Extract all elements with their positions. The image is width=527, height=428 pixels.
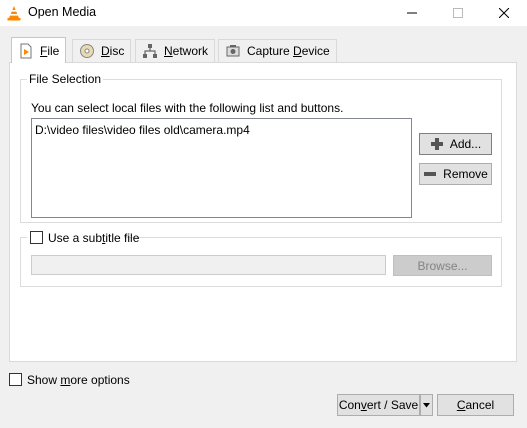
title-bar: Open Media bbox=[0, 0, 527, 26]
file-icon bbox=[20, 43, 32, 58]
subtitle-checkbox[interactable] bbox=[30, 231, 43, 244]
chevron-down-icon bbox=[423, 402, 430, 407]
cancel-button[interactable]: Cancel bbox=[437, 394, 514, 416]
minus-icon bbox=[424, 172, 437, 176]
convert-save-label: Convert / Save bbox=[338, 398, 419, 412]
minimize-icon bbox=[407, 12, 417, 14]
browse-button[interactable]: Browse... bbox=[393, 255, 492, 276]
tab-network[interactable]: Network bbox=[135, 39, 216, 62]
add-button-label: Add... bbox=[449, 137, 482, 151]
minimize-button[interactable] bbox=[389, 0, 435, 26]
close-icon bbox=[499, 8, 509, 18]
plus-icon bbox=[430, 138, 443, 150]
tab-disc[interactable]: Disc bbox=[72, 39, 132, 62]
remove-button-label: Remove bbox=[443, 167, 488, 181]
remove-button[interactable]: Remove bbox=[419, 163, 492, 185]
tab-capture-device-label: Capture Device bbox=[247, 44, 330, 58]
tab-disc-label: Disc bbox=[101, 44, 125, 58]
convert-dropdown-button[interactable] bbox=[420, 394, 433, 416]
subtitle-path-input[interactable] bbox=[31, 255, 386, 275]
file-selection-hint: You can select local files with the foll… bbox=[31, 101, 344, 115]
browse-button-label: Browse... bbox=[417, 258, 468, 273]
subtitle-checkbox-row[interactable]: Use a subtitle file bbox=[27, 230, 139, 246]
cancel-button-label: Cancel bbox=[456, 398, 495, 412]
tab-capture-device[interactable]: Capture Device bbox=[218, 39, 337, 62]
subtitle-group: Use a subtitle file Browse... bbox=[20, 230, 502, 287]
vlc-cone-icon bbox=[7, 6, 21, 21]
network-icon bbox=[143, 44, 157, 58]
capture-device-icon bbox=[226, 45, 240, 57]
show-more-options-checkbox[interactable] bbox=[9, 373, 22, 386]
maximize-button[interactable] bbox=[435, 0, 481, 26]
file-selection-group: File Selection You can select local file… bbox=[20, 72, 502, 223]
file-tab-panel: File Selection You can select local file… bbox=[9, 62, 517, 362]
window-title: Open Media bbox=[28, 5, 97, 19]
tab-network-label: Network bbox=[164, 44, 209, 58]
list-item[interactable]: D:\video files\video files old\camera.mp… bbox=[35, 123, 250, 137]
close-button[interactable] bbox=[481, 0, 527, 26]
maximize-icon bbox=[453, 8, 463, 18]
file-list[interactable]: D:\video files\video files old\camera.mp… bbox=[31, 118, 412, 218]
add-button[interactable]: Add... bbox=[419, 133, 492, 155]
tab-file[interactable]: File bbox=[11, 37, 67, 63]
show-more-options-label[interactable]: Show more options bbox=[27, 373, 130, 387]
disc-icon bbox=[80, 44, 94, 58]
subtitle-checkbox-label: Use a subtitle file bbox=[48, 231, 140, 245]
convert-save-button[interactable]: Convert / Save bbox=[337, 394, 420, 416]
tab-file-label: File bbox=[40, 43, 60, 58]
file-selection-title: File Selection bbox=[27, 72, 104, 86]
